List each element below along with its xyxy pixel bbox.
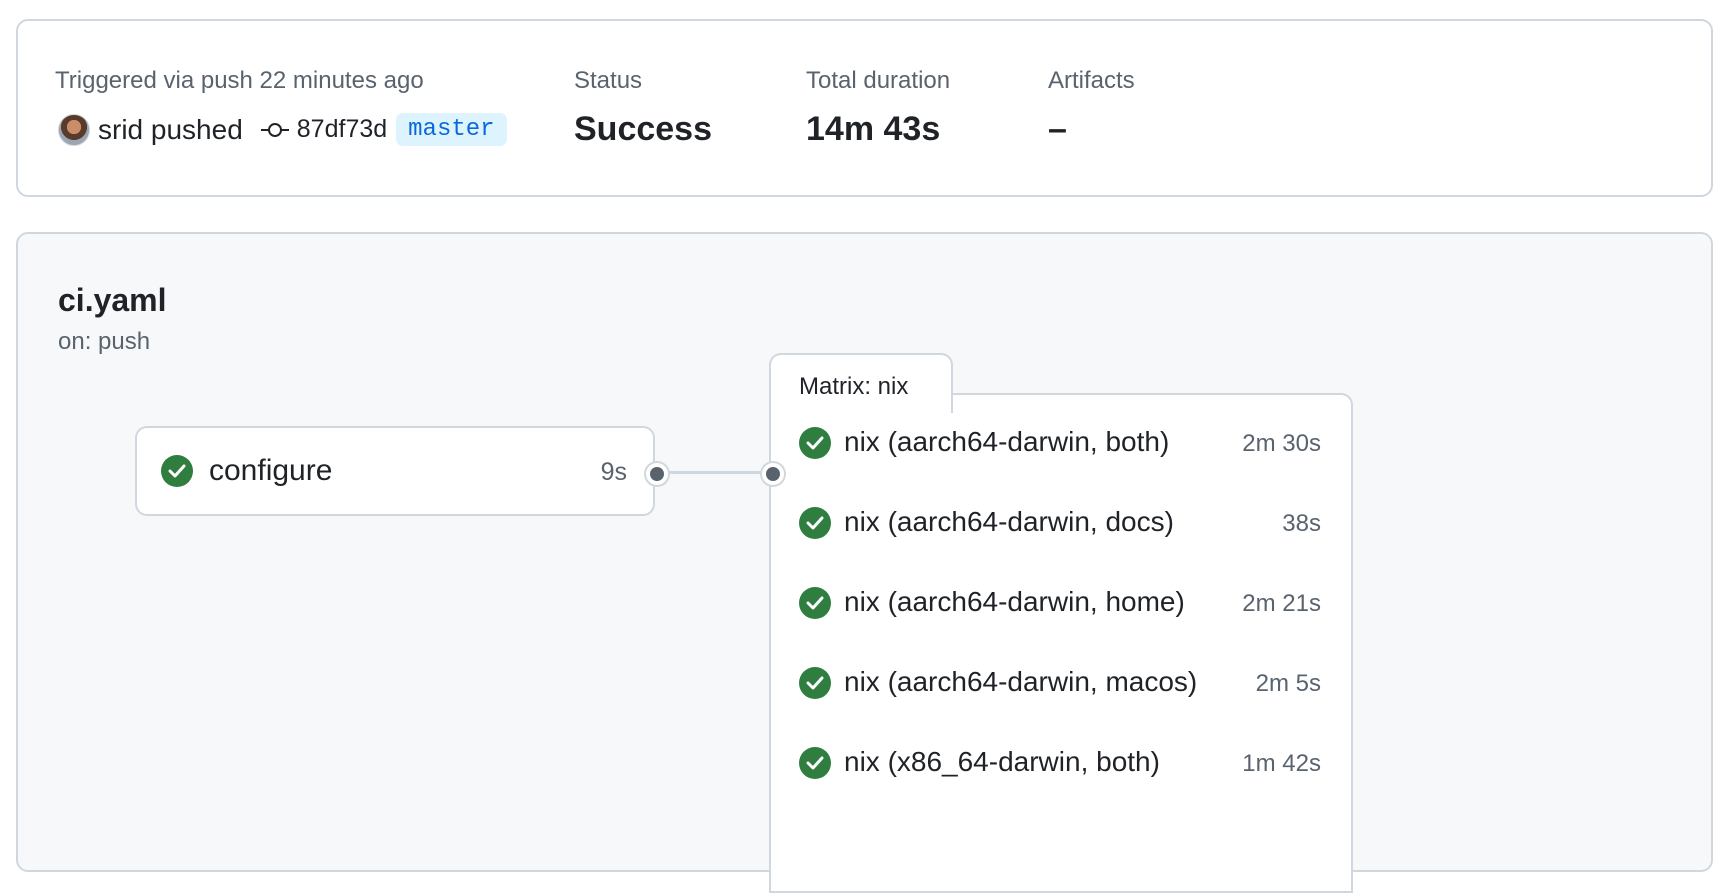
- job-name: nix (aarch64-darwin, macos): [844, 666, 1198, 697]
- matrix-job-row[interactable]: nix (aarch64-darwin, macos) 2m 5s: [771, 653, 1351, 713]
- git-commit-icon: [260, 122, 289, 138]
- output-port: [646, 463, 668, 485]
- job-duration: 2m 5s: [1255, 670, 1321, 697]
- job-name: nix (aarch64-darwin, docs): [844, 506, 1174, 537]
- check-circle-icon: [799, 587, 831, 619]
- matrix-job-row[interactable]: nix (aarch64-darwin, docs) 38s: [771, 493, 1351, 553]
- trigger-text: Triggered via push 22 minutes ago: [55, 67, 424, 94]
- job-duration: 1m 42s: [1242, 750, 1321, 777]
- avatar[interactable]: [58, 113, 90, 146]
- check-circle-icon: [799, 507, 831, 539]
- workflow-name: ci.yaml: [58, 282, 167, 318]
- trigger-details: srid pushed 87df73d master: [58, 113, 507, 146]
- duration-value: 14m 43s: [806, 110, 941, 148]
- run-summary-card: Triggered via push 22 minutes ago srid p…: [16, 19, 1713, 197]
- job-duration: 2m 21s: [1242, 590, 1321, 617]
- job-duration: 2m 30s: [1242, 430, 1321, 457]
- branch-label[interactable]: master: [396, 113, 507, 146]
- job-duration: 9s: [600, 458, 627, 486]
- job-connector: [654, 471, 770, 474]
- status-label: Status: [574, 67, 643, 94]
- matrix-job-row[interactable]: nix (aarch64-darwin, both) 2m 30s: [771, 413, 1351, 473]
- actor-link[interactable]: srid pushed: [98, 114, 243, 146]
- matrix-group: nix (aarch64-darwin, both) 2m 30s nix (a…: [769, 393, 1353, 893]
- job-name: nix (x86_64-darwin, both): [844, 746, 1160, 777]
- job-name: nix (aarch64-darwin, both): [844, 426, 1170, 457]
- job-duration: 38s: [1282, 510, 1321, 537]
- artifacts-label: Artifacts: [1048, 67, 1135, 94]
- check-circle-icon: [799, 667, 831, 699]
- matrix-label: Matrix: nix: [799, 373, 909, 400]
- workflow-trigger: on: push: [58, 328, 151, 355]
- input-port: [762, 463, 784, 485]
- check-circle-icon: [799, 747, 831, 779]
- job-name: nix (aarch64-darwin, home): [844, 586, 1185, 617]
- actor-name[interactable]: srid: [98, 114, 143, 145]
- actor-action: pushed: [150, 113, 243, 145]
- job-card-configure[interactable]: configure 9s: [135, 426, 655, 516]
- matrix-job-row[interactable]: nix (aarch64-darwin, home) 2m 21s: [771, 573, 1351, 633]
- commit-sha-link[interactable]: 87df73d: [297, 115, 387, 144]
- artifacts-value: –: [1048, 110, 1067, 148]
- status-value: Success: [574, 110, 712, 148]
- duration-label: Total duration: [806, 67, 951, 94]
- matrix-tab: Matrix: nix: [769, 353, 953, 413]
- job-name: configure: [209, 454, 333, 487]
- check-circle-icon: [799, 427, 831, 459]
- matrix-job-row[interactable]: nix (x86_64-darwin, both) 1m 42s: [771, 733, 1351, 793]
- check-circle-icon: [161, 455, 193, 487]
- workflow-graph: ci.yaml on: push configure 9s Matrix: ni…: [16, 232, 1713, 893]
